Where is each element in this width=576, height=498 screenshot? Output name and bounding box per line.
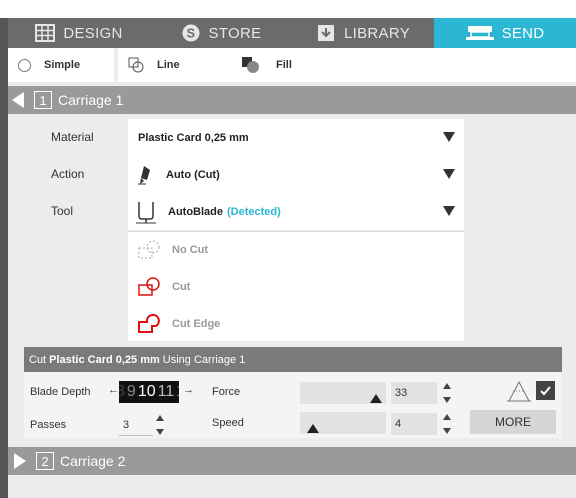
tool-value: AutoBlade bbox=[168, 205, 223, 218]
force-label: Force bbox=[212, 386, 241, 398]
material-value: Plastic Card 0,25 mm bbox=[138, 131, 249, 144]
arrow-down-icon[interactable] bbox=[443, 397, 451, 403]
speed-stepper[interactable] bbox=[443, 414, 451, 434]
cut-icon bbox=[138, 276, 160, 296]
cut-prefix: Cut bbox=[29, 353, 47, 366]
blade-depth-prev: 9 bbox=[126, 383, 136, 400]
chevron-down-icon bbox=[443, 169, 455, 179]
option-cut-label: Cut bbox=[172, 280, 191, 293]
arrow-down-icon[interactable] bbox=[443, 428, 451, 434]
speed-slider[interactable] bbox=[300, 412, 386, 434]
blade-depth-next: 11 bbox=[157, 383, 175, 400]
top-strip bbox=[0, 0, 576, 18]
tab-store-label: STORE bbox=[208, 24, 262, 42]
collapse-left-icon bbox=[12, 92, 24, 108]
cutter-send-icon bbox=[465, 26, 494, 40]
mode-divider bbox=[114, 48, 118, 82]
cut-settings-panel: Blade Depth ← 8 9 10 11 12 → Force 33 Pa… bbox=[24, 372, 562, 438]
blade-depth-selector[interactable]: 8 9 10 11 12 bbox=[119, 381, 179, 403]
force-input[interactable]: 33 bbox=[391, 382, 437, 404]
passes-stepper[interactable] bbox=[156, 415, 164, 435]
option-cut-edge[interactable]: Cut Edge bbox=[128, 305, 464, 342]
mode-simple-label: Simple bbox=[44, 59, 81, 71]
blade-depth-label: Blade Depth bbox=[30, 386, 91, 398]
svg-text:S: S bbox=[186, 27, 195, 41]
mode-line-label: Line bbox=[157, 59, 180, 71]
mode-fill[interactable]: Fill bbox=[241, 48, 292, 82]
material-dropdown[interactable]: Plastic Card 0,25 mm bbox=[128, 119, 464, 156]
option-no-cut[interactable]: No Cut bbox=[128, 231, 464, 268]
more-button[interactable]: MORE bbox=[470, 410, 556, 434]
library-download-icon bbox=[317, 25, 334, 41]
speed-label: Speed bbox=[212, 417, 244, 429]
tab-send[interactable]: SEND bbox=[434, 18, 576, 48]
tab-store[interactable]: S STORE bbox=[150, 18, 292, 48]
line-mode-icon bbox=[128, 57, 144, 73]
force-stepper[interactable] bbox=[443, 383, 451, 403]
carriage-2-number: 2 bbox=[36, 452, 54, 470]
tool-dropdown[interactable]: AutoBlade (Detected) bbox=[128, 193, 464, 230]
passes-input[interactable]: 3 bbox=[119, 414, 153, 436]
tab-library-label: LIBRARY bbox=[343, 24, 411, 42]
arrow-up-icon[interactable] bbox=[156, 415, 164, 421]
cut-option-list: No Cut Cut Cut Edge bbox=[128, 231, 464, 341]
blade-depth-next2: 12 bbox=[176, 383, 179, 401]
force-slider-thumb[interactable] bbox=[370, 394, 382, 403]
enable-checkbox[interactable] bbox=[536, 381, 555, 400]
carriage-1-header[interactable]: 1 Carriage 1 bbox=[8, 86, 576, 114]
main-nav: DESIGN S STORE LIBRARY SEND bbox=[8, 18, 576, 48]
arrow-down-icon[interactable] bbox=[156, 429, 164, 435]
option-cut-edge-label: Cut Edge bbox=[172, 317, 221, 330]
cut-edge-icon bbox=[138, 313, 160, 333]
material-label: Material bbox=[51, 130, 94, 144]
mode-line[interactable]: Line bbox=[128, 48, 180, 82]
store-s-icon: S bbox=[181, 24, 200, 42]
tool-detected: (Detected) bbox=[227, 205, 281, 218]
arrow-up-icon[interactable] bbox=[443, 383, 451, 389]
option-cut[interactable]: Cut bbox=[128, 268, 464, 305]
speed-input[interactable]: 4 bbox=[391, 413, 437, 435]
tool-label: Tool bbox=[51, 204, 74, 218]
pen-knife-icon bbox=[138, 165, 150, 184]
action-value: Auto (Cut) bbox=[166, 168, 220, 181]
blade-angle-icon bbox=[507, 380, 531, 402]
simple-radio[interactable] bbox=[18, 58, 31, 72]
tab-design[interactable]: DESIGN bbox=[8, 18, 150, 48]
tab-design-label: DESIGN bbox=[63, 24, 123, 42]
tab-send-label: SEND bbox=[501, 24, 545, 42]
cut-settings-header: Cut Plastic Card 0,25 mm Using Carriage … bbox=[24, 347, 562, 372]
cut-mode-bar: Simple Line Fill bbox=[8, 48, 576, 82]
action-label: Action bbox=[51, 167, 85, 181]
checkmark-icon bbox=[540, 386, 551, 396]
force-slider[interactable] bbox=[300, 382, 386, 404]
chevron-down-icon bbox=[443, 206, 455, 216]
chevron-down-icon bbox=[443, 132, 455, 142]
arrow-right-icon[interactable]: → bbox=[183, 384, 194, 396]
fill-mode-icon bbox=[242, 57, 259, 73]
left-edge-bar bbox=[0, 18, 8, 498]
passes-label: Passes bbox=[30, 419, 67, 431]
autoblade-icon bbox=[136, 201, 156, 223]
arrow-up-icon[interactable] bbox=[443, 414, 451, 420]
blade-depth-prev2: 8 bbox=[119, 383, 125, 400]
carriage-2-label: Carriage 2 bbox=[60, 453, 126, 469]
grid-icon bbox=[35, 24, 56, 42]
action-dropdown[interactable]: Auto (Cut) bbox=[128, 156, 464, 193]
cut-suffix: Using Carriage 1 bbox=[162, 353, 246, 366]
speed-slider-thumb[interactable] bbox=[307, 424, 319, 433]
blade-depth-value: 10 bbox=[137, 383, 156, 400]
cut-material: Plastic Card 0,25 mm bbox=[49, 353, 160, 366]
tab-library[interactable]: LIBRARY bbox=[292, 18, 434, 48]
carriage-2-header[interactable]: 2 Carriage 2 bbox=[8, 447, 576, 475]
carriage-1-number: 1 bbox=[34, 91, 52, 109]
carriage-1-label: Carriage 1 bbox=[58, 92, 124, 108]
expand-right-icon bbox=[14, 453, 26, 469]
option-no-cut-label: No Cut bbox=[172, 243, 209, 256]
mode-fill-label: Fill bbox=[276, 59, 292, 71]
no-cut-icon bbox=[138, 240, 160, 258]
mode-simple[interactable]: Simple bbox=[18, 48, 80, 82]
arrow-left-icon[interactable]: ← bbox=[108, 384, 119, 396]
